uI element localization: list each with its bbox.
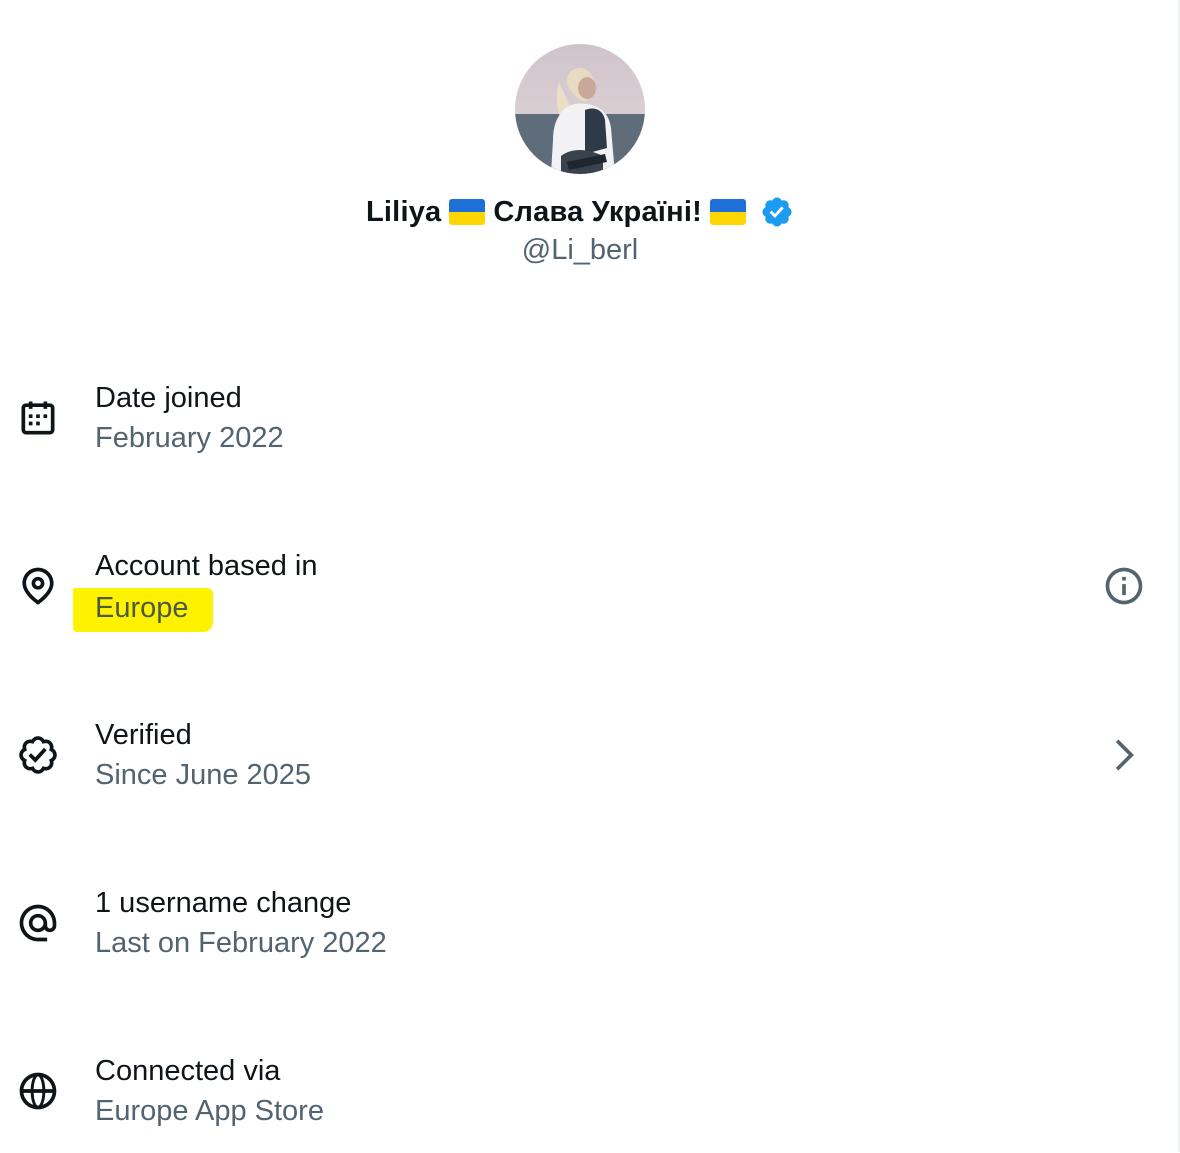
at-sign-icon	[16, 901, 60, 945]
row-verified[interactable]: Verified Since June 2025	[0, 717, 1160, 817]
row-date-joined: Date joined February 2022	[0, 380, 1160, 480]
row-account-based-in: Account based in Europe	[0, 548, 1160, 648]
ukraine-flag-icon	[449, 199, 486, 225]
row-label: 1 username change	[95, 887, 352, 919]
chevron-right-icon[interactable]	[1102, 733, 1146, 777]
avatar-image	[515, 44, 645, 174]
info-icon[interactable]	[1102, 564, 1146, 608]
row-label: Connected via	[95, 1055, 281, 1087]
display-name: Liliya Слава Україні!	[0, 192, 1160, 232]
globe-icon	[16, 1069, 60, 1113]
profile-header: Liliya Слава Україні! @Li_berl	[0, 44, 1160, 267]
location-pin-icon	[16, 564, 60, 608]
row-value: Last on February 2022	[95, 927, 387, 959]
ukraine-flag-icon	[709, 199, 746, 225]
row-connected-via: Connected via Europe App Store	[0, 1053, 1160, 1153]
avatar[interactable]	[515, 44, 645, 174]
row-username-change: 1 username change Last on February 2022	[0, 885, 1160, 985]
calendar-icon	[16, 396, 60, 440]
row-value: Europe App Store	[95, 1095, 324, 1127]
row-value: Since June 2025	[95, 759, 312, 791]
row-label: Account based in	[95, 550, 318, 582]
row-label: Date joined	[95, 382, 242, 414]
verified-badge-outline-icon	[16, 733, 60, 777]
display-name-text: Liliya	[366, 195, 442, 228]
verified-badge-icon[interactable]	[760, 195, 794, 229]
row-value-highlighted: Europe	[73, 588, 213, 632]
row-value: February 2022	[95, 422, 284, 454]
row-label: Verified	[95, 719, 192, 751]
display-name-motto: Слава Україні!	[493, 195, 702, 228]
username-handle: @Li_berl	[521, 234, 639, 266]
